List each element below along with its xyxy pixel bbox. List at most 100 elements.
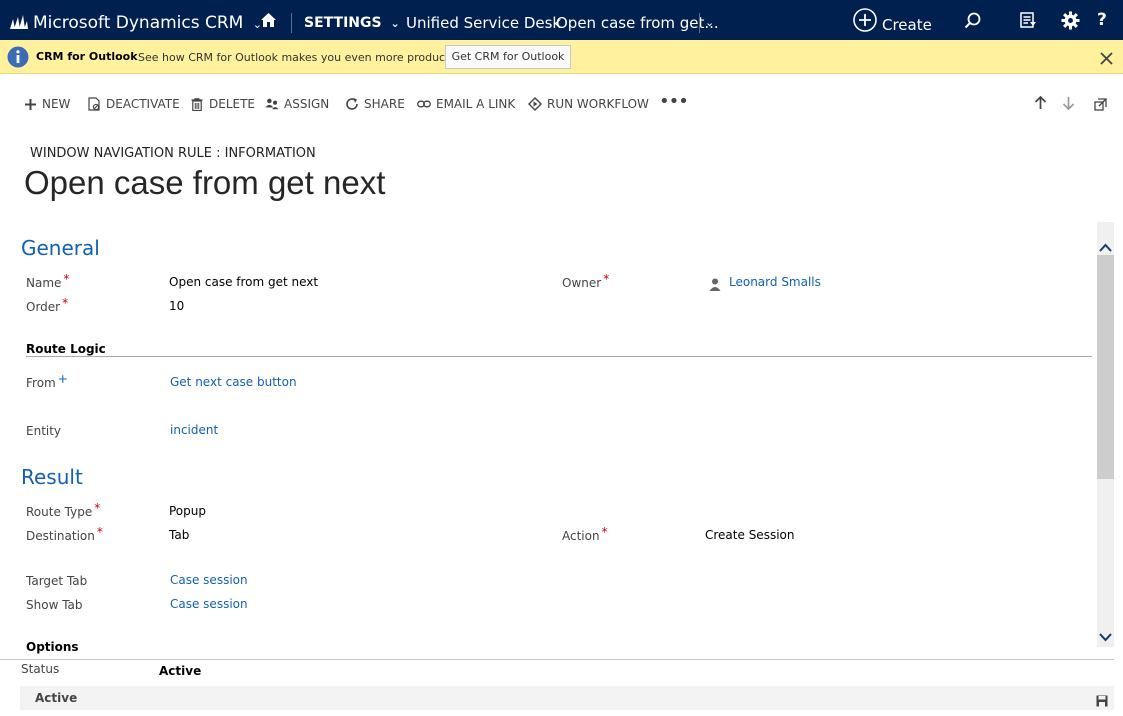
link-icon (417, 97, 431, 111)
required-indicator: * (603, 272, 610, 286)
email-a-link-label: EMAIL A LINK (436, 97, 516, 111)
route-logic-divider (26, 356, 1092, 357)
from-label: From + (26, 372, 68, 390)
footer-divider (0, 659, 1114, 660)
user-icon (709, 276, 721, 295)
show-tab-label: Show Tab (26, 598, 83, 612)
status-value: Active (159, 664, 202, 678)
scrollbar-thumb[interactable] (1097, 255, 1114, 479)
target-tab-lookup-link[interactable]: Case session (170, 573, 248, 587)
record-state-text: Active (35, 691, 78, 705)
chevron-up-icon[interactable] (1099, 237, 1112, 256)
create-button[interactable]: Create (853, 8, 932, 36)
recommended-indicator: + (57, 372, 68, 386)
record-state-bar: Active (20, 686, 1114, 710)
top-navigation-bar: Microsoft Dynamics CRM ⌄ SETTINGS ⌄ Unif… (0, 0, 1123, 40)
more-commands-icon[interactable]: ••• (659, 91, 689, 112)
plus-icon (23, 97, 37, 111)
destination-field[interactable]: Tab (169, 528, 189, 542)
search-icon[interactable] (964, 12, 981, 33)
create-label: Create (882, 16, 932, 34)
section-general-heading: General (21, 236, 100, 260)
order-label-text: Order (26, 300, 61, 314)
nav-divider (699, 13, 700, 33)
route-type-field[interactable]: Popup (169, 504, 206, 518)
delete-label: DELETE (209, 97, 256, 111)
app-brand-menu[interactable]: Microsoft Dynamics CRM ⌄ (33, 0, 262, 40)
new-label: NEW (42, 97, 71, 111)
action-field[interactable]: Create Session (705, 528, 794, 542)
assign-label: ASSIGN (284, 97, 330, 111)
from-lookup-link[interactable]: Get next case button (170, 375, 297, 389)
close-icon[interactable] (1100, 50, 1113, 69)
from-label-text: From (26, 376, 56, 390)
share-label: SHARE (364, 97, 405, 111)
plus-circle-icon (853, 8, 877, 36)
destination-label-text: Destination (26, 529, 95, 543)
order-label: Order * (26, 296, 68, 314)
pop-out-icon[interactable] (1094, 96, 1107, 115)
app-brand-label: Microsoft Dynamics CRM (33, 13, 244, 33)
help-icon[interactable]: ? (1097, 0, 1107, 40)
new-button[interactable]: NEW (23, 96, 70, 112)
assign-button[interactable]: ASSIGN (265, 96, 329, 112)
record-title: Open case from get next (24, 164, 386, 201)
run-workflow-button[interactable]: RUN WORKFLOW (528, 96, 649, 112)
chevron-down-icon[interactable]: ⌄ (705, 0, 714, 40)
route-type-label: Route Type * (26, 501, 100, 519)
required-indicator: * (94, 501, 101, 515)
name-label-text: Name (26, 276, 62, 290)
save-icon[interactable] (1096, 692, 1108, 711)
route-logic-heading: Route Logic (26, 342, 106, 356)
deactivate-label: DEACTIVATE (106, 97, 180, 111)
workflow-icon (528, 97, 542, 111)
target-tab-label: Target Tab (26, 574, 88, 588)
owner-lookup-link[interactable]: Leonard Smalls (729, 275, 821, 289)
assign-users-icon (265, 97, 279, 111)
order-field[interactable]: 10 (169, 299, 184, 313)
action-label: Action * (562, 525, 608, 543)
advanced-find-icon[interactable] (1020, 12, 1037, 33)
required-indicator: * (62, 296, 69, 310)
chevron-down-icon: ⌄ (390, 17, 400, 30)
run-workflow-label: RUN WORKFLOW (547, 97, 649, 111)
options-heading: Options (26, 640, 79, 654)
next-record-icon[interactable] (1062, 95, 1075, 114)
entity-form-label: WINDOW NAVIGATION RULE : INFORMATION (30, 146, 316, 161)
action-label-text: Action (562, 529, 600, 543)
route-type-label-text: Route Type (26, 505, 93, 519)
deactivate-button[interactable]: DEACTIVATE (87, 96, 180, 112)
show-tab-lookup-link[interactable]: Case session (170, 597, 248, 611)
email-a-link-button[interactable]: EMAIL A LINK (417, 96, 515, 112)
deactivate-icon (87, 97, 101, 111)
owner-label: Owner * (562, 272, 609, 290)
previous-record-icon[interactable] (1034, 95, 1047, 114)
settings-area-menu[interactable]: SETTINGS ⌄ (304, 0, 400, 40)
info-icon (7, 46, 29, 72)
required-indicator: * (601, 525, 608, 539)
entity-lookup-link[interactable]: incident (170, 423, 218, 437)
required-indicator: * (96, 525, 103, 539)
settings-area-label: SETTINGS (304, 15, 382, 31)
home-icon[interactable] (260, 12, 277, 32)
notification-message: See how CRM for Outlook makes you even m… (138, 51, 470, 64)
delete-button[interactable]: DELETE (190, 96, 255, 112)
section-result-heading: Result (21, 465, 83, 489)
name-field[interactable]: Open case from get next (169, 275, 318, 289)
breadcrumb-unified-service-desk[interactable]: Unified Service Desk (406, 0, 561, 40)
dynamics-logo-icon (10, 14, 28, 33)
breadcrumb-current-record[interactable]: Open case from get... (556, 0, 719, 40)
form-scrollbar[interactable] (1097, 222, 1114, 647)
name-label: Name * (26, 272, 69, 290)
destination-label: Destination * (26, 525, 103, 543)
status-label: Status (21, 662, 60, 676)
entity-label: Entity (26, 424, 62, 438)
share-button[interactable]: SHARE (345, 96, 405, 112)
gear-icon[interactable] (1061, 11, 1080, 34)
chevron-down-icon[interactable] (1099, 627, 1112, 646)
get-crm-for-outlook-button[interactable]: Get CRM for Outlook (445, 45, 571, 69)
notification-bar: CRM for Outlook See how CRM for Outlook … (0, 40, 1123, 74)
nav-divider (291, 13, 292, 33)
owner-label-text: Owner (562, 276, 602, 290)
share-icon (345, 97, 359, 111)
